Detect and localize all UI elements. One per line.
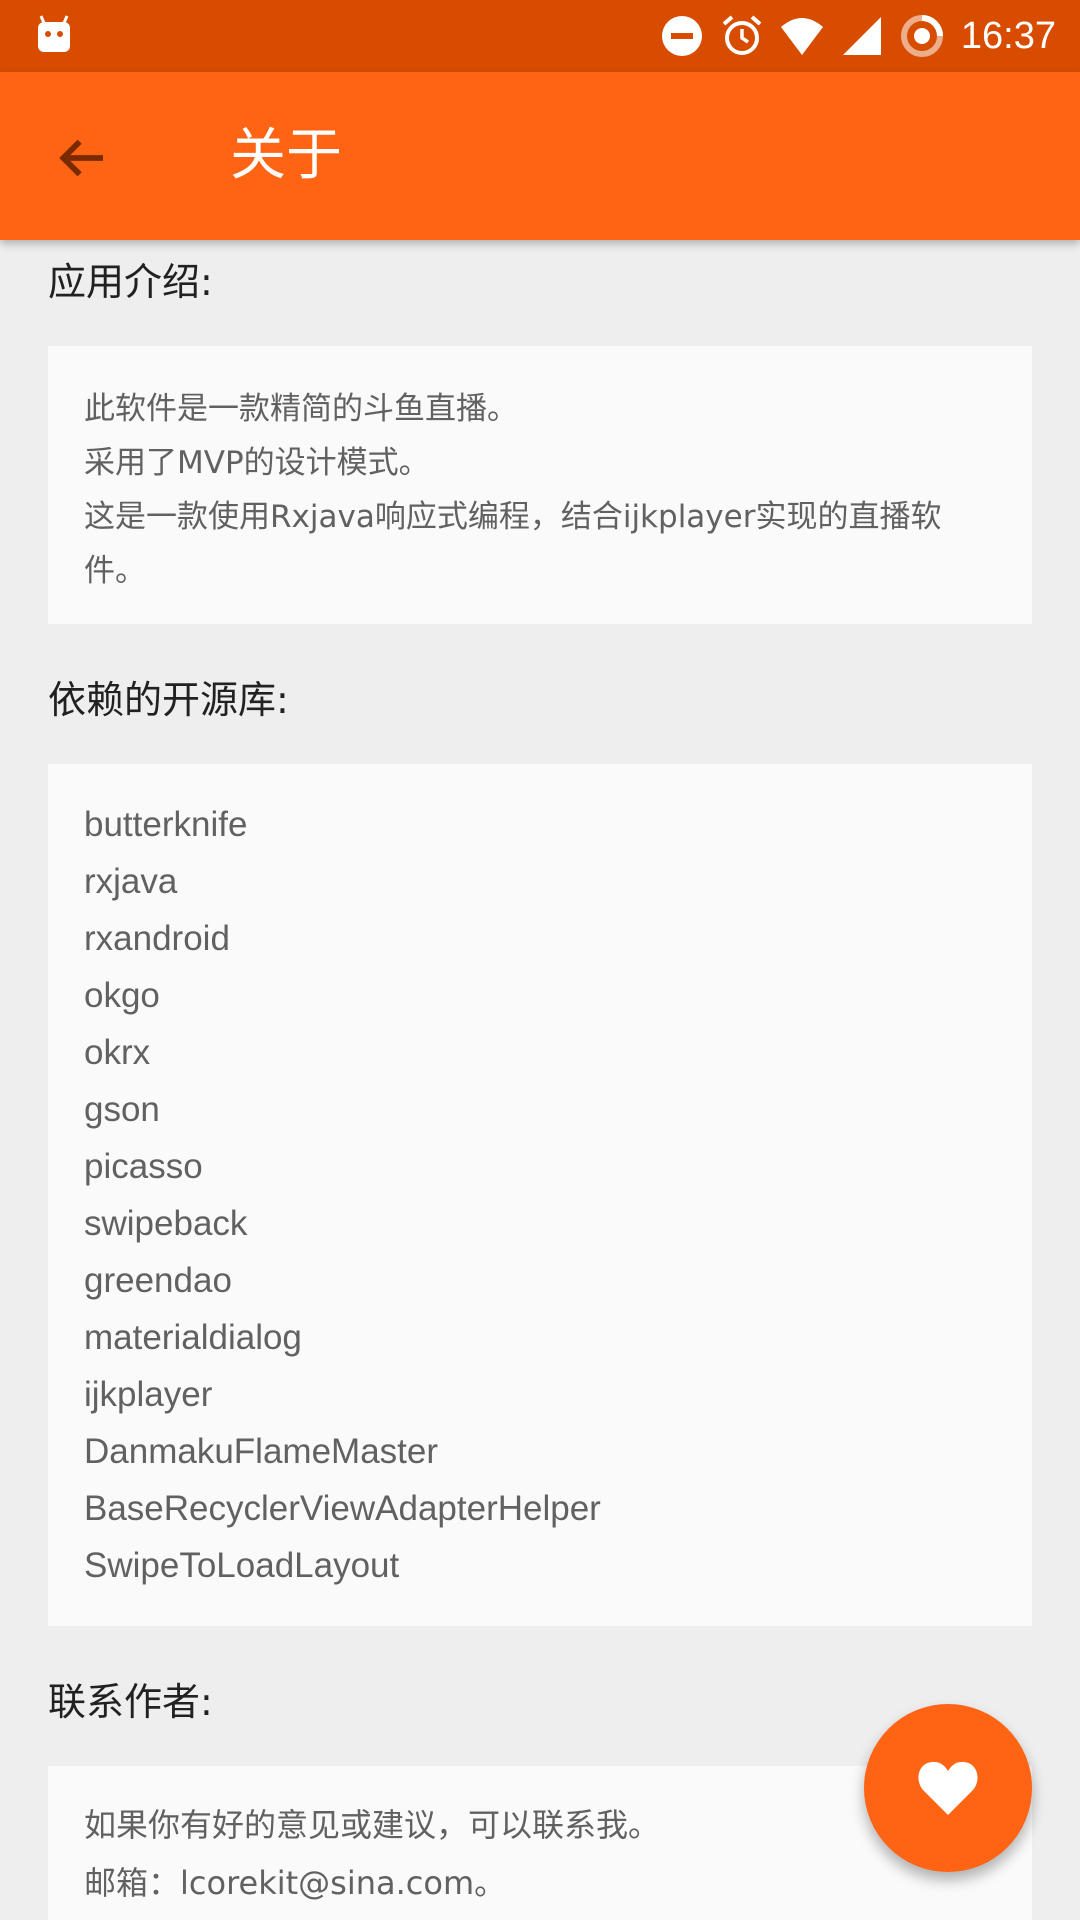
library-item: greendao [84,1261,232,1300]
intro-line: 件。 [84,553,146,589]
libraries-section-title: 依赖的开源库: [48,678,289,722]
library-item: DanmakuFlameMaster [84,1432,438,1471]
intro-section-title: 应用介绍: [48,260,213,304]
status-icons: 16:37 [659,0,1056,72]
intro-card: 此软件是一款精简的斗鱼直播。 采用了MVP的设计模式。 这是一款使用Rxjava… [48,346,1032,624]
library-item: gson [84,1090,160,1129]
library-item: rxjava [84,862,178,901]
favorite-fab[interactable] [864,1704,1032,1872]
intro-line: 这是一款使用Rxjava响应式编程，结合ijkplayer实现的直播软 [84,499,942,535]
alarm-icon [722,15,762,55]
library-item: butterknife [84,805,248,844]
library-item: SwipeToLoadLayout [84,1546,400,1585]
do-not-disturb-icon [661,16,702,56]
library-item: rxandroid [84,919,230,958]
contact-text: 如果你有好的意见或建议，可以联系我。 邮箱：lcorekit@sina.com。 [84,1796,992,1912]
library-item: okrx [84,1033,151,1072]
status-bar: 16:37 [0,0,1080,72]
back-button[interactable] [40,116,124,200]
intro-line: 此软件是一款精简的斗鱼直播。 [84,391,518,427]
intro-text: 此软件是一款精简的斗鱼直播。 采用了MVP的设计模式。 这是一款使用Rxjava… [84,382,992,598]
library-item: BaseRecyclerViewAdapterHelper [84,1489,601,1528]
contact-line: 如果你有好的意见或建议，可以联系我。 [84,1806,661,1844]
heart-icon [918,1761,978,1815]
library-list: butterknife rxjava rxandroid okgo okrx g… [84,796,601,1594]
about-content[interactable]: 应用介绍: 此软件是一款精简的斗鱼直播。 采用了MVP的设计模式。 这是一款使用… [0,240,1080,1920]
android-notification-icon [38,15,70,52]
library-item: okgo [84,976,160,1015]
libraries-card: butterknife rxjava rxandroid okgo okrx g… [48,764,1032,1626]
arrow-back-icon [59,139,103,177]
cell-signal-icon [842,17,881,55]
library-item: picasso [84,1147,203,1186]
library-item: swipeback [84,1204,248,1243]
library-item: ijkplayer [84,1375,213,1414]
wifi-icon [780,18,823,55]
library-item: materialdialog [84,1318,302,1357]
intro-line: 采用了MVP的设计模式。 [84,445,430,481]
battery-saver-icon [900,15,943,57]
contact-section-title: 联系作者: [48,1680,213,1724]
contact-email: 邮箱：lcorekit@sina.com。 [84,1864,507,1902]
page-title: 关于 [230,123,342,188]
status-time: 16:37 [960,14,1056,57]
app-toolbar: 关于 [0,72,1080,240]
